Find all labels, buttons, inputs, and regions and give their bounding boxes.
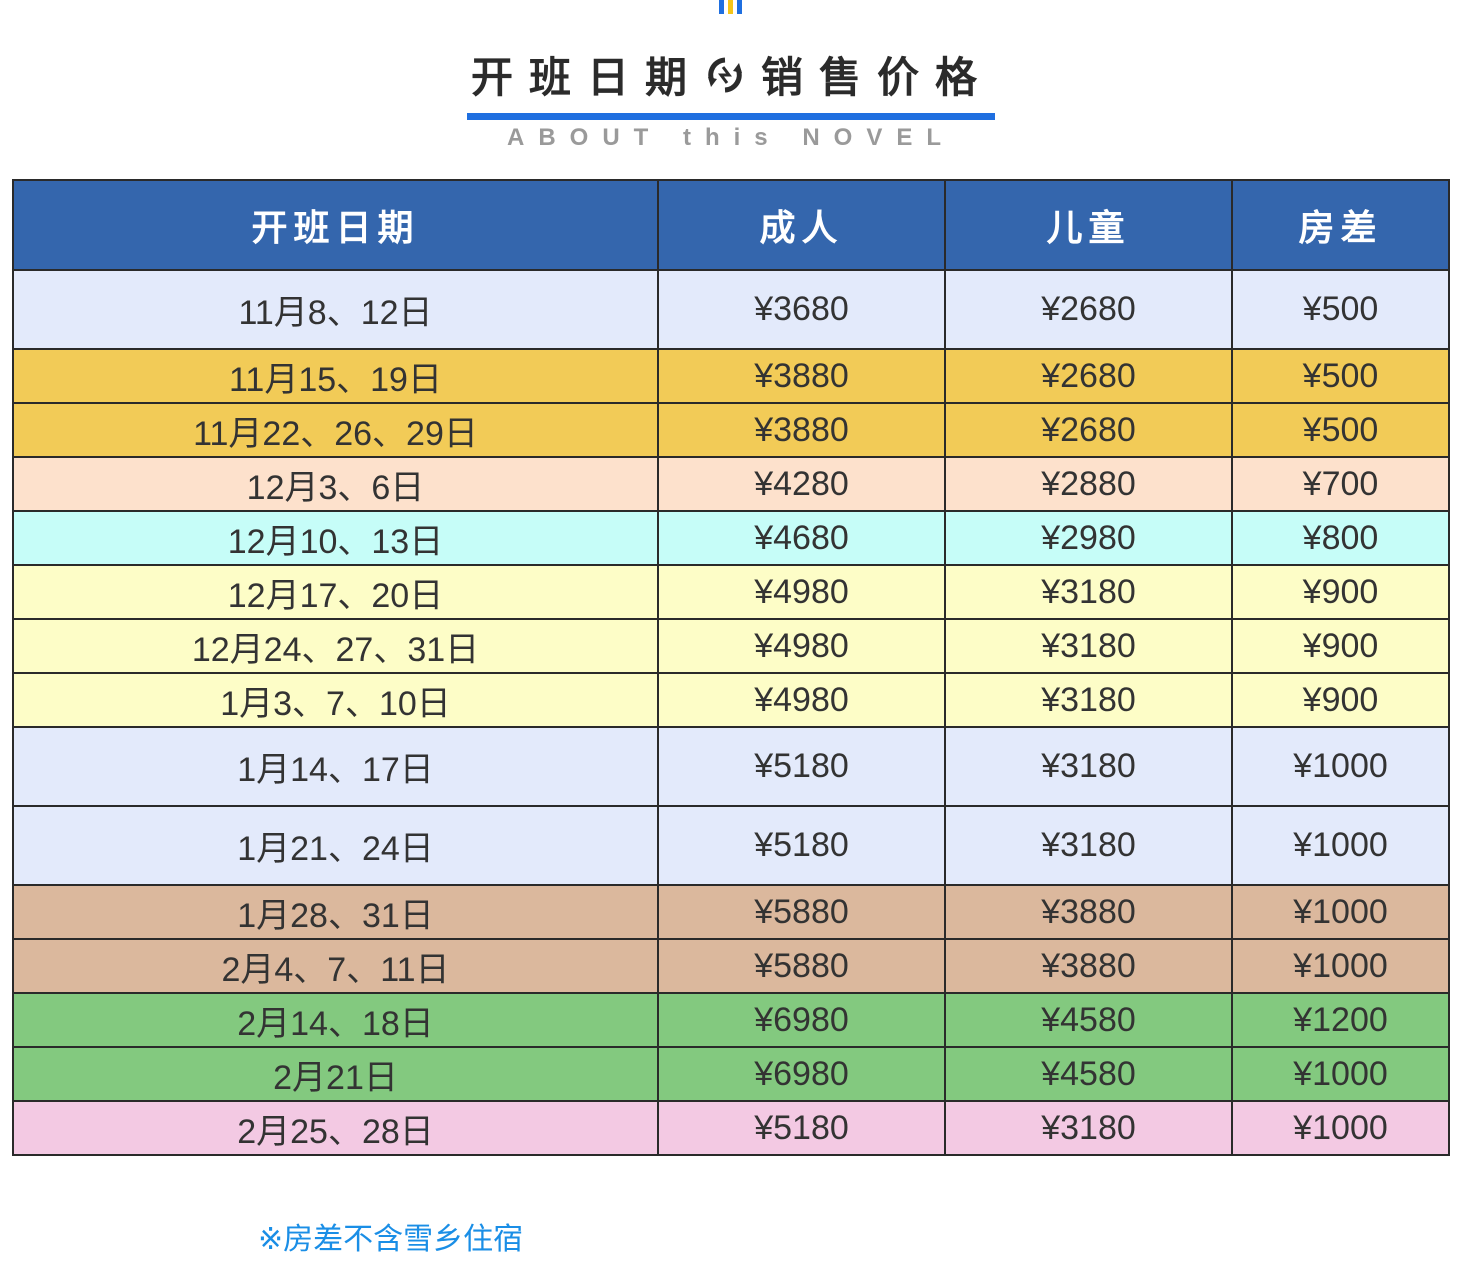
child-price-cell: ¥4580 <box>944 1046 1233 1102</box>
child-price-cell: ¥2680 <box>944 348 1233 404</box>
room-diff-cell: ¥500 <box>1231 402 1450 458</box>
table-row: 12月17、20日 ¥4980 ¥3180 ¥900 <box>12 564 1450 620</box>
top-marker <box>714 0 746 14</box>
room-diff-cell: ¥1000 <box>1231 938 1450 994</box>
date-cell: 1月21、24日 <box>12 805 659 886</box>
adult-price-cell: ¥4980 <box>657 618 946 674</box>
title-left: 开班日期 <box>470 54 703 101</box>
date-cell: 11月8、12日 <box>12 269 659 350</box>
table-row: 11月15、19日 ¥3880 ¥2680 ¥500 <box>12 348 1450 404</box>
child-price-cell: ¥3880 <box>944 938 1233 994</box>
table-header-row: 开班日期 成人 儿童 房差 <box>12 179 1450 271</box>
room-diff-cell: ¥1000 <box>1231 1100 1450 1156</box>
date-cell: 2月25、28日 <box>12 1100 659 1156</box>
child-price-cell: ¥3180 <box>944 672 1233 728</box>
room-diff-cell: ¥500 <box>1231 269 1450 350</box>
table-row: 1月28、31日 ¥5880 ¥3880 ¥1000 <box>12 884 1450 940</box>
room-diff-cell: ¥500 <box>1231 348 1450 404</box>
child-price-cell: ¥3180 <box>944 726 1233 807</box>
table-row: 2月4、7、11日 ¥5880 ¥3880 ¥1000 <box>12 938 1450 994</box>
column-header-child: 儿童 <box>944 179 1233 271</box>
adult-price-cell: ¥3680 <box>657 269 946 350</box>
room-diff-cell: ¥900 <box>1231 618 1450 674</box>
title-wrap: 开班日期 销售价格 <box>0 44 1462 120</box>
adult-price-cell: ¥4980 <box>657 672 946 728</box>
table-row: 2月21日 ¥6980 ¥4580 ¥1000 <box>12 1046 1450 1102</box>
table-row: 1月21、24日 ¥5180 ¥3180 ¥1000 <box>12 805 1450 886</box>
column-header-adult: 成人 <box>657 179 946 271</box>
child-price-cell: ¥3180 <box>944 564 1233 620</box>
child-price-cell: ¥4580 <box>944 992 1233 1048</box>
column-header-date: 开班日期 <box>12 179 659 271</box>
adult-price-cell: ¥5180 <box>657 805 946 886</box>
date-cell: 2月4、7、11日 <box>12 938 659 994</box>
child-price-cell: ¥2680 <box>944 269 1233 350</box>
date-cell: 1月28、31日 <box>12 884 659 940</box>
child-price-cell: ¥2680 <box>944 402 1233 458</box>
adult-price-cell: ¥3880 <box>657 402 946 458</box>
child-price-cell: ¥3180 <box>944 805 1233 886</box>
table-row: 2月14、18日 ¥6980 ¥4580 ¥1200 <box>12 992 1450 1048</box>
room-diff-cell: ¥800 <box>1231 510 1450 566</box>
room-diff-cell: ¥1000 <box>1231 726 1450 807</box>
swap-icon <box>708 57 742 92</box>
column-header-room-diff: 房差 <box>1231 179 1450 271</box>
table-row: 1月3、7、10日 ¥4980 ¥3180 ¥900 <box>12 672 1450 728</box>
adult-price-cell: ¥5180 <box>657 726 946 807</box>
room-diff-cell: ¥900 <box>1231 672 1450 728</box>
adult-price-cell: ¥4280 <box>657 456 946 512</box>
date-cell: 12月10、13日 <box>12 510 659 566</box>
table-row: 1月14、17日 ¥5180 ¥3180 ¥1000 <box>12 726 1450 807</box>
table-row: 2月25、28日 ¥5180 ¥3180 ¥1000 <box>12 1100 1450 1156</box>
child-price-cell: ¥2980 <box>944 510 1233 566</box>
table-row: 11月22、26、29日 ¥3880 ¥2680 ¥500 <box>12 402 1450 458</box>
adult-price-cell: ¥3880 <box>657 348 946 404</box>
date-cell: 2月21日 <box>12 1046 659 1102</box>
table-row: 11月8、12日 ¥3680 ¥2680 ¥500 <box>12 269 1450 350</box>
table-row: 12月24、27、31日 ¥4980 ¥3180 ¥900 <box>12 618 1450 674</box>
room-diff-cell: ¥1000 <box>1231 884 1450 940</box>
room-diff-cell: ¥1000 <box>1231 1046 1450 1102</box>
child-price-cell: ¥3180 <box>944 1100 1233 1156</box>
room-diff-cell: ¥1200 <box>1231 992 1450 1048</box>
date-cell: 12月24、27、31日 <box>12 618 659 674</box>
footnote: ※房差不含雪乡住宿 <box>258 1223 524 1256</box>
adult-price-cell: ¥6980 <box>657 992 946 1048</box>
child-price-cell: ¥3880 <box>944 884 1233 940</box>
title-right: 销售价格 <box>761 54 994 101</box>
date-cell: 1月3、7、10日 <box>12 672 659 728</box>
adult-price-cell: ¥6980 <box>657 1046 946 1102</box>
adult-price-cell: ¥5880 <box>657 938 946 994</box>
date-cell: 12月17、20日 <box>12 564 659 620</box>
adult-price-cell: ¥5880 <box>657 884 946 940</box>
subtitle: ABOUT this NOVEL <box>506 124 955 151</box>
room-diff-cell: ¥1000 <box>1231 805 1450 886</box>
room-diff-cell: ¥900 <box>1231 564 1450 620</box>
date-cell: 1月14、17日 <box>12 726 659 807</box>
table-row: 12月3、6日 ¥4280 ¥2880 ¥700 <box>12 456 1450 512</box>
adult-price-cell: ¥4680 <box>657 510 946 566</box>
child-price-cell: ¥2880 <box>944 456 1233 512</box>
date-cell: 2月14、18日 <box>12 992 659 1048</box>
child-price-cell: ¥3180 <box>944 618 1233 674</box>
price-table: 开班日期 成人 儿童 房差 11月8、12日 ¥3680 ¥2680 ¥500 11月1… <box>12 179 1450 1156</box>
adult-price-cell: ¥5180 <box>657 1100 946 1156</box>
date-cell: 11月22、26、29日 <box>12 402 659 458</box>
page-title: 开班日期 销售价格 <box>466 44 996 120</box>
table-row: 12月10、13日 ¥4680 ¥2980 ¥800 <box>12 510 1450 566</box>
date-cell: 11月15、19日 <box>12 348 659 404</box>
adult-price-cell: ¥4980 <box>657 564 946 620</box>
date-cell: 12月3、6日 <box>12 456 659 512</box>
room-diff-cell: ¥700 <box>1231 456 1450 512</box>
